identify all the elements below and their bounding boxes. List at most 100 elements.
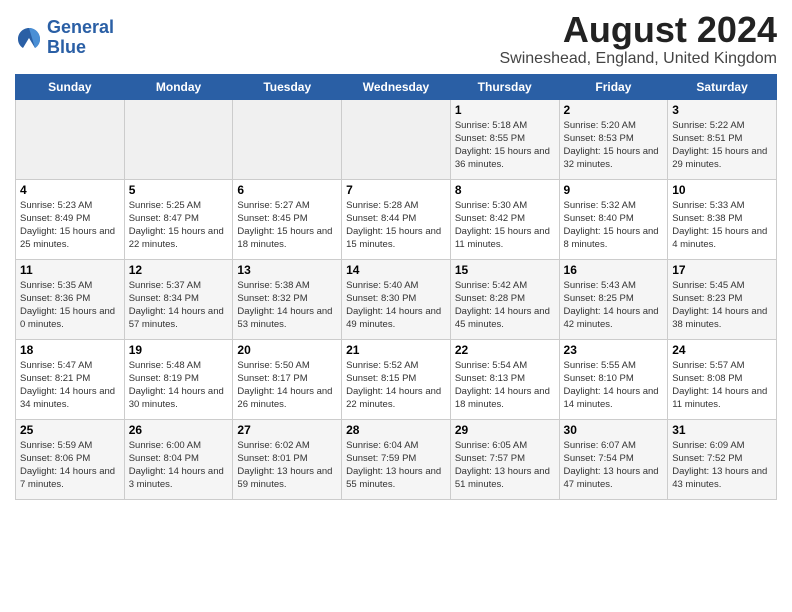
calendar-cell: 27 Sunrise: 6:02 AM Sunset: 8:01 PM Dayli… [233,419,342,499]
day-number: 24 [672,343,772,357]
logo-icon [15,24,43,52]
calendar-cell: 29Sunrise: 6:05 AM Sunset: 7:57 PM Dayli… [450,419,559,499]
day-number: 21 [346,343,446,357]
day-number: 22 [455,343,555,357]
day-number: 13 [237,263,337,277]
calendar-cell [233,99,342,179]
day-info: Sunrise: 5:50 AM Sunset: 8:17 PM Dayligh… [237,359,337,412]
calendar-cell: 8 Sunrise: 5:30 AM Sunset: 8:42 PM Daylig… [450,179,559,259]
calendar-cell: 14 Sunrise: 5:40 AM Sunset: 8:30 PM Dayli… [342,259,451,339]
day-number: 28 [346,423,446,437]
col-tuesday: Tuesday [233,74,342,99]
calendar-week-3: 11Sunrise: 5:35 AM Sunset: 8:36 PM Dayli… [16,259,777,339]
col-friday: Friday [559,74,668,99]
day-number: 1 [455,103,555,117]
day-number: 9 [564,183,664,197]
calendar-cell: 3 Sunrise: 5:22 AM Sunset: 8:51 PM Daylig… [668,99,777,179]
day-info: Sunrise: 5:45 AM Sunset: 8:23 PM Dayligh… [672,279,772,332]
calendar-cell [16,99,125,179]
day-info: Sunrise: 6:05 AM Sunset: 7:57 PM Dayligh… [455,439,555,492]
day-info: Sunrise: 5:40 AM Sunset: 8:30 PM Dayligh… [346,279,446,332]
day-number: 23 [564,343,664,357]
day-info: Sunrise: 5:37 AM Sunset: 8:34 PM Dayligh… [129,279,229,332]
day-number: 19 [129,343,229,357]
calendar-cell: 16Sunrise: 5:43 AM Sunset: 8:25 PM Dayli… [559,259,668,339]
day-number: 27 [237,423,337,437]
col-wednesday: Wednesday [342,74,451,99]
day-number: 6 [237,183,337,197]
calendar-table: Sunday Monday Tuesday Wednesday Thursday… [15,74,777,500]
calendar-body: 1 Sunrise: 5:18 AM Sunset: 8:55 PM Daylig… [16,99,777,499]
col-thursday: Thursday [450,74,559,99]
day-number: 12 [129,263,229,277]
calendar-cell: 2Sunrise: 5:20 AM Sunset: 8:53 PM Daylig… [559,99,668,179]
day-number: 31 [672,423,772,437]
calendar-cell: 13 Sunrise: 5:38 AM Sunset: 8:32 PM Dayli… [233,259,342,339]
calendar-cell: 31 Sunrise: 6:09 AM Sunset: 7:52 PM Dayli… [668,419,777,499]
day-number: 5 [129,183,229,197]
calendar-cell: 7Sunrise: 5:28 AM Sunset: 8:44 PM Daylig… [342,179,451,259]
calendar-cell: 6Sunrise: 5:27 AM Sunset: 8:45 PM Daylig… [233,179,342,259]
day-info: Sunrise: 5:32 AM Sunset: 8:40 PM Dayligh… [564,199,664,252]
calendar-cell: 12 Sunrise: 5:37 AM Sunset: 8:34 PM Dayli… [124,259,233,339]
day-info: Sunrise: 5:33 AM Sunset: 8:38 PM Dayligh… [672,199,772,252]
calendar-week-5: 25Sunrise: 5:59 AM Sunset: 8:06 PM Dayli… [16,419,777,499]
day-info: Sunrise: 6:04 AM Sunset: 7:59 PM Dayligh… [346,439,446,492]
calendar-cell: 4Sunrise: 5:23 AM Sunset: 8:49 PM Daylig… [16,179,125,259]
day-info: Sunrise: 6:00 AM Sunset: 8:04 PM Dayligh… [129,439,229,492]
day-info: Sunrise: 5:48 AM Sunset: 8:19 PM Dayligh… [129,359,229,412]
calendar-cell: 5 Sunrise: 5:25 AM Sunset: 8:47 PM Daylig… [124,179,233,259]
calendar-cell: 11Sunrise: 5:35 AM Sunset: 8:36 PM Dayli… [16,259,125,339]
day-info: Sunrise: 5:28 AM Sunset: 8:44 PM Dayligh… [346,199,446,252]
day-info: Sunrise: 5:57 AM Sunset: 8:08 PM Dayligh… [672,359,772,412]
day-info: Sunrise: 5:42 AM Sunset: 8:28 PM Dayligh… [455,279,555,332]
header-row: Sunday Monday Tuesday Wednesday Thursday… [16,74,777,99]
calendar-cell: 1 Sunrise: 5:18 AM Sunset: 8:55 PM Daylig… [450,99,559,179]
day-info: Sunrise: 5:52 AM Sunset: 8:15 PM Dayligh… [346,359,446,412]
day-number: 20 [237,343,337,357]
main-title: August 2024 [499,10,777,50]
day-info: Sunrise: 6:02 AM Sunset: 8:01 PM Dayligh… [237,439,337,492]
calendar-week-1: 1 Sunrise: 5:18 AM Sunset: 8:55 PM Daylig… [16,99,777,179]
day-info: Sunrise: 6:07 AM Sunset: 7:54 PM Dayligh… [564,439,664,492]
day-info: Sunrise: 5:54 AM Sunset: 8:13 PM Dayligh… [455,359,555,412]
calendar-cell: 19 Sunrise: 5:48 AM Sunset: 8:19 PM Dayli… [124,339,233,419]
title-block: August 2024 Swineshead, England, United … [499,10,777,68]
day-info: Sunrise: 6:09 AM Sunset: 7:52 PM Dayligh… [672,439,772,492]
day-number: 18 [20,343,120,357]
day-info: Sunrise: 5:20 AM Sunset: 8:53 PM Dayligh… [564,119,664,172]
calendar-cell: 24 Sunrise: 5:57 AM Sunset: 8:08 PM Dayli… [668,339,777,419]
calendar-cell: 17Sunrise: 5:45 AM Sunset: 8:23 PM Dayli… [668,259,777,339]
day-number: 11 [20,263,120,277]
calendar-week-2: 4Sunrise: 5:23 AM Sunset: 8:49 PM Daylig… [16,179,777,259]
day-number: 16 [564,263,664,277]
calendar-cell: 28 Sunrise: 6:04 AM Sunset: 7:59 PM Dayli… [342,419,451,499]
col-monday: Monday [124,74,233,99]
calendar-header: Sunday Monday Tuesday Wednesday Thursday… [16,74,777,99]
day-number: 8 [455,183,555,197]
calendar-cell: 23 Sunrise: 5:55 AM Sunset: 8:10 PM Dayli… [559,339,668,419]
day-number: 10 [672,183,772,197]
logo-text: GeneralBlue [47,18,114,58]
day-info: Sunrise: 5:18 AM Sunset: 8:55 PM Dayligh… [455,119,555,172]
day-number: 26 [129,423,229,437]
calendar-cell: 15 Sunrise: 5:42 AM Sunset: 8:28 PM Dayli… [450,259,559,339]
day-info: Sunrise: 5:22 AM Sunset: 8:51 PM Dayligh… [672,119,772,172]
calendar-cell: 18 Sunrise: 5:47 AM Sunset: 8:21 PM Dayli… [16,339,125,419]
day-info: Sunrise: 5:55 AM Sunset: 8:10 PM Dayligh… [564,359,664,412]
day-number: 3 [672,103,772,117]
day-number: 15 [455,263,555,277]
day-info: Sunrise: 5:47 AM Sunset: 8:21 PM Dayligh… [20,359,120,412]
calendar-week-4: 18 Sunrise: 5:47 AM Sunset: 8:21 PM Dayli… [16,339,777,419]
day-info: Sunrise: 5:30 AM Sunset: 8:42 PM Dayligh… [455,199,555,252]
calendar-cell [124,99,233,179]
day-info: Sunrise: 5:25 AM Sunset: 8:47 PM Dayligh… [129,199,229,252]
col-saturday: Saturday [668,74,777,99]
day-info: Sunrise: 5:38 AM Sunset: 8:32 PM Dayligh… [237,279,337,332]
day-number: 14 [346,263,446,277]
col-sunday: Sunday [16,74,125,99]
subtitle: Swineshead, England, United Kingdom [499,50,777,68]
page-header: GeneralBlue August 2024 Swineshead, Engl… [15,10,777,68]
day-info: Sunrise: 5:23 AM Sunset: 8:49 PM Dayligh… [20,199,120,252]
day-number: 25 [20,423,120,437]
